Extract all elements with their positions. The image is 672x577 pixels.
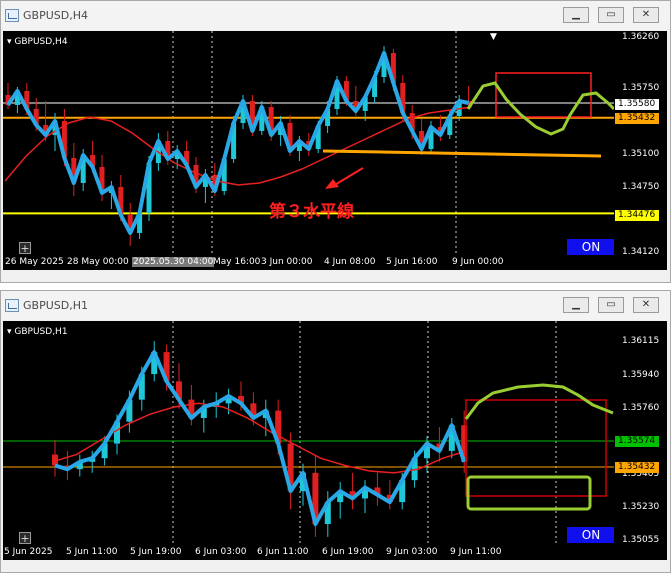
price-chart-plot[interactable]: ▾ GBPUSD,H4 第３水平線 + ON ▼ — [3, 31, 615, 256]
x-tick: 26 May 2025 — [5, 257, 64, 267]
symbol-label: ▾ GBPUSD,H4 — [7, 37, 68, 47]
price-axis: 1.36115 1.35940 1.35760 1.35405 1.35230 … — [614, 321, 667, 546]
buy-zone-rectangle — [466, 475, 592, 511]
time-axis: 26 May 2025 28 May 00:00 2025.05.30 04:0… — [3, 256, 667, 270]
price-tag-orange-line: 1.35432 — [615, 462, 659, 473]
on-button[interactable]: ON — [567, 239, 615, 255]
y-tick: 1.36260 — [622, 32, 660, 42]
target-rectangle — [495, 72, 592, 118]
y-tick: 1.35760 — [622, 403, 660, 413]
price-axis: 1.36260 1.35750 1.35100 1.34750 1.34120 … — [614, 31, 667, 257]
window-titlebar[interactable]: GBPUSD,H4 ▁ ▭ ✕ — [1, 1, 670, 30]
window-title: GBPUSD,H4 — [23, 9, 88, 22]
window-title: GBPUSD,H1 — [23, 299, 88, 312]
y-tick: 1.35230 — [622, 502, 660, 512]
plus-icon[interactable]: + — [19, 532, 31, 544]
close-button[interactable]: ✕ — [633, 297, 659, 313]
price-tag-yellow-line: 1.34476 — [615, 210, 659, 221]
close-button[interactable]: ✕ — [633, 7, 659, 23]
x-tick: 9 Jun 03:00 — [386, 547, 438, 557]
x-tick: 6 Jun 19:00 — [322, 547, 374, 557]
maximize-button[interactable]: ▭ — [598, 297, 624, 313]
crosshair-time-label: 2025.05.30 04:00 — [132, 257, 215, 267]
target-rectangle — [465, 399, 607, 497]
x-tick: May 16:00 — [213, 257, 261, 267]
symbol-text: GBPUSD,H1 — [14, 327, 68, 337]
chart-window-h1: GBPUSD,H1 ▁ ▭ ✕ ▾ GBPUSD,H1 + ON 1.36115… — [0, 290, 671, 573]
plus-icon[interactable]: + — [19, 242, 31, 254]
x-tick: 9 Jun 00:00 — [452, 257, 504, 267]
y-tick: 1.35750 — [622, 83, 660, 93]
price-tag-bid: 1.35580 — [615, 99, 659, 110]
x-tick: 5 Jun 16:00 — [386, 257, 438, 267]
forecast-path — [464, 383, 614, 420]
y-tick: 1.35940 — [622, 370, 660, 380]
price-chart-plot[interactable]: ▾ GBPUSD,H1 + ON — [3, 321, 615, 546]
chart-window-h4: GBPUSD,H4 ▁ ▭ ✕ ▾ GBPUSD,H4 第３水平線 + ON ▼… — [0, 0, 671, 283]
x-tick: 4 Jun 08:00 — [324, 257, 376, 267]
on-button[interactable]: ON — [567, 527, 615, 543]
shift-marker-icon[interactable]: ▼ — [490, 32, 497, 42]
x-tick: 5 Jun 11:00 — [66, 547, 118, 557]
x-tick: 28 May 00:00 — [67, 257, 129, 267]
minimize-button[interactable]: ▁ — [563, 7, 589, 23]
x-tick: 9 Jun 11:00 — [450, 547, 502, 557]
y-tick: 1.34750 — [622, 182, 660, 192]
symbol-text: GBPUSD,H4 — [14, 37, 68, 47]
chart-window-icon — [5, 9, 19, 22]
price-trace-line — [6, 51, 470, 235]
forecast-path — [466, 81, 614, 136]
x-tick: 3 Jun 00:00 — [261, 257, 313, 267]
chart-svg — [3, 321, 614, 546]
annotation-text: 第３水平線 — [269, 202, 354, 222]
y-tick: 1.35100 — [622, 149, 660, 159]
chart-window-icon — [5, 299, 19, 312]
symbol-label: ▾ GBPUSD,H1 — [7, 327, 68, 337]
x-tick: 6 Jun 11:00 — [257, 547, 309, 557]
y-tick: 1.35055 — [622, 535, 660, 545]
chart-svg — [3, 31, 614, 256]
y-tick: 1.36115 — [622, 336, 660, 346]
price-tag-orange-line: 1.35432 — [615, 113, 659, 124]
x-tick: 6 Jun 03:00 — [195, 547, 247, 557]
arrow-line — [332, 167, 364, 187]
x-tick: 5 Jun 2025 — [4, 547, 53, 557]
x-tick: 5 Jun 19:00 — [130, 547, 182, 557]
time-axis: 5 Jun 2025 5 Jun 11:00 5 Jun 19:00 6 Jun… — [3, 546, 667, 560]
price-tag-bid: 1.35574 — [615, 436, 659, 447]
minimize-button[interactable]: ▁ — [563, 297, 589, 313]
horizontal-trendline — [322, 149, 602, 158]
window-titlebar[interactable]: GBPUSD,H1 ▁ ▭ ✕ — [1, 291, 670, 320]
maximize-button[interactable]: ▭ — [598, 7, 624, 23]
